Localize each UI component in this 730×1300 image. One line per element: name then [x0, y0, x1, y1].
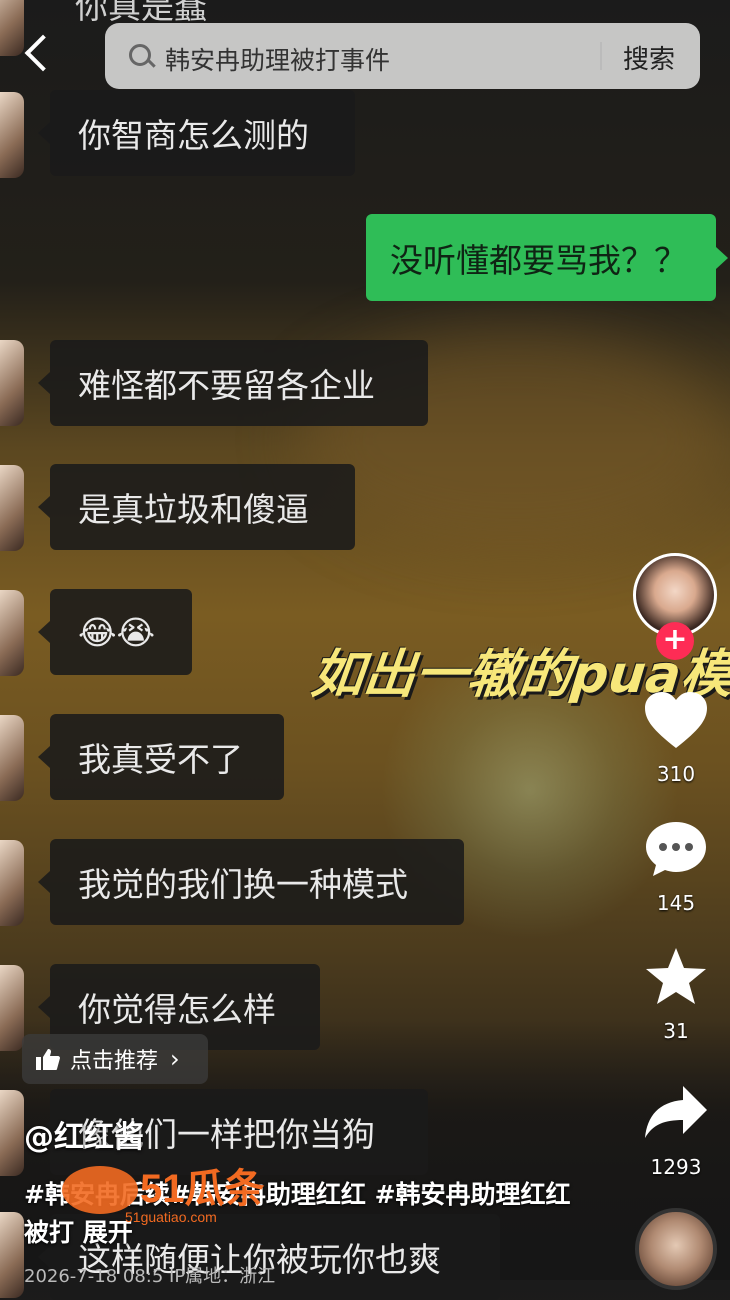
watermark-logo: 51瓜条 51guatiao.com — [62, 1166, 265, 1225]
chat-bubble: 你智商怎么测的 — [38, 90, 355, 176]
chat-bubble-text: 我真受不了 — [78, 740, 243, 779]
chat-bubble-text: 是真垃圾和傻逼 — [78, 490, 309, 529]
music-disc[interactable] — [635, 1208, 717, 1290]
post-date: 2026-7-18 08:5 IP属地：浙江 — [24, 1266, 276, 1287]
recommend-label: 点击推荐 — [70, 1049, 159, 1074]
avatar — [0, 0, 24, 56]
avatar — [0, 965, 24, 1051]
recommend-button[interactable]: 点击推荐 › — [22, 1034, 208, 1084]
chat-bubble: 是真垃圾和傻逼 — [38, 464, 355, 550]
search-input[interactable]: 韩安冉助理被打事件 — [165, 41, 390, 77]
author-name[interactable]: @红红酱 — [24, 1112, 144, 1156]
chat-bubble: 难怪都不要留各企业 — [38, 340, 428, 426]
comment-icon[interactable] — [643, 818, 709, 880]
chat-bubble-text: 你觉得怎么样 — [78, 990, 276, 1029]
chat-bubble: 我真受不了 — [38, 714, 284, 800]
avatar — [0, 465, 24, 551]
avatar — [0, 1212, 24, 1298]
chat-bubble-self: 没听懂都要骂我？？ — [366, 214, 728, 301]
share-icon[interactable] — [643, 1082, 709, 1144]
follow-button[interactable]: + — [656, 622, 694, 660]
comment-count: 145 — [656, 891, 696, 915]
heart-icon[interactable] — [643, 690, 709, 752]
avatar — [0, 840, 24, 926]
share-count: 1293 — [650, 1155, 702, 1179]
search-bar[interactable]: 韩安冉助理被打事件 搜索 — [105, 23, 700, 89]
search-icon — [129, 44, 151, 66]
thumbs-up-icon — [36, 1049, 60, 1070]
avatar — [0, 1090, 24, 1176]
favorite-count: 31 — [663, 1019, 689, 1043]
avatar — [0, 715, 24, 801]
search-divider — [600, 42, 602, 70]
like-count: 310 — [656, 762, 696, 786]
chat-bubble: 😂😭 — [38, 589, 192, 675]
search-button[interactable]: 搜索 — [623, 39, 675, 76]
chat-bubble: 我觉的我们换一种模式 — [38, 839, 464, 925]
chat-bubble-text: 你智商怎么测的 — [78, 116, 309, 155]
chevron-right-icon: › — [170, 1045, 180, 1073]
avatar — [0, 340, 24, 426]
avatar — [0, 92, 24, 178]
chat-bubble-text: 没听懂都要骂我？？ — [390, 240, 687, 280]
back-icon[interactable] — [24, 34, 62, 72]
chat-bubble-text: 难怪都不要留各企业 — [78, 366, 375, 405]
watermark-brand: 51瓜条 — [140, 1167, 265, 1211]
chat-bubble-text: 我觉的我们换一种模式 — [78, 865, 408, 904]
star-icon[interactable] — [643, 946, 709, 1008]
avatar — [0, 590, 24, 676]
chat-bubble-emoji: 😂😭 — [78, 612, 156, 652]
watermark-url: 51guatiao.com — [125, 1209, 217, 1225]
